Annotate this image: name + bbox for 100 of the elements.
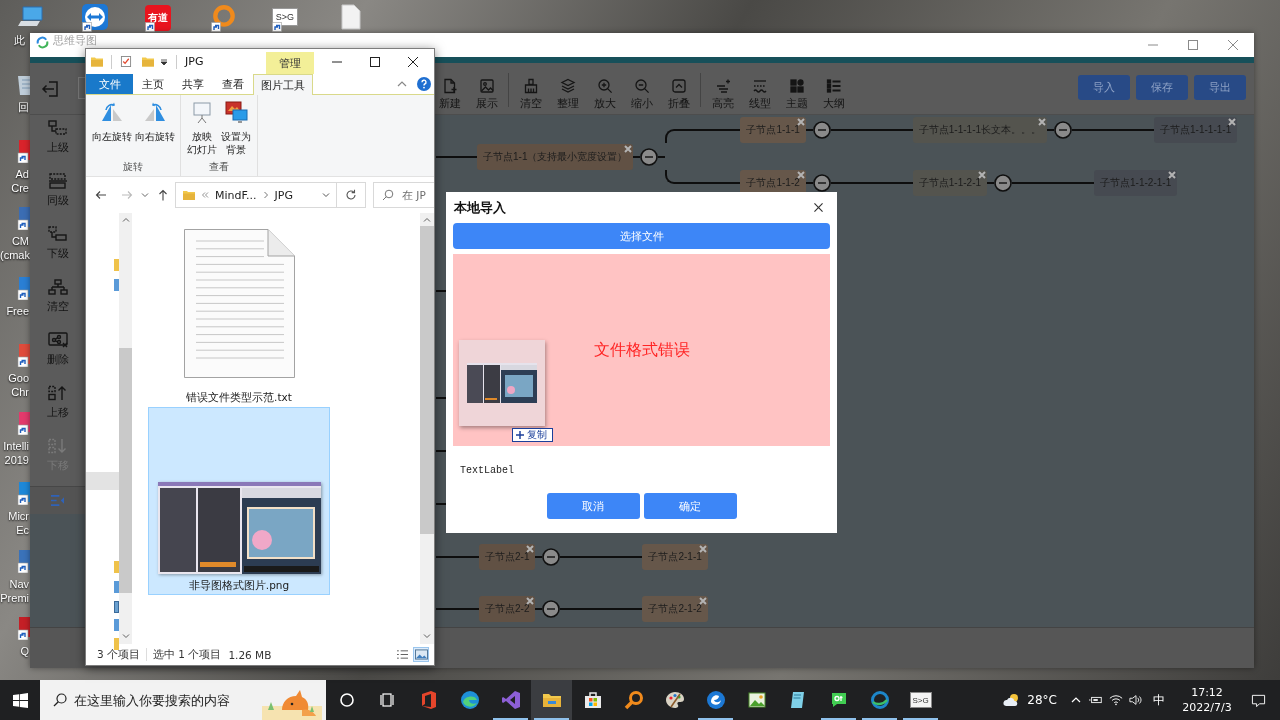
tool-button[interactable]: 大纲 [819, 63, 848, 110]
scrollbar-track[interactable] [420, 213, 434, 644]
document-icon[interactable] [338, 4, 364, 30]
ribbon-tab[interactable]: 查看 [213, 74, 253, 94]
collapse-button[interactable] [994, 174, 1013, 192]
collapse-button[interactable] [812, 174, 831, 192]
wifi-icon[interactable] [1109, 694, 1123, 706]
selection-size: 1.26 MB [228, 648, 272, 661]
shortcut-icon[interactable] [16, 206, 30, 230]
action-button[interactable]: 保存 [1136, 75, 1188, 100]
collapse-button[interactable] [542, 548, 561, 566]
ribbon-button[interactable]: 向左旋转 [90, 95, 133, 143]
file-item[interactable]: 错误文件类型示范.txt [148, 219, 330, 407]
dialog-title: 本地导入 [454, 198, 506, 217]
ribbon-tab[interactable]: 主页 [133, 74, 173, 94]
refresh-icon [345, 189, 357, 201]
dropdown-icon[interactable] [160, 57, 168, 66]
tool-button[interactable]: 整理 [553, 63, 582, 110]
close-icon[interactable] [796, 171, 805, 179]
mind-node[interactable]: 子节点2-1-1 [642, 544, 708, 570]
tool-button[interactable]: 清空 [516, 63, 545, 110]
taskbar-app[interactable]: S>G [900, 680, 941, 720]
rotate-right-icon [142, 101, 167, 123]
exit-icon[interactable] [40, 79, 60, 99]
sidebar-item[interactable]: 上移 [30, 380, 85, 433]
shortcut-icon[interactable] [16, 616, 30, 640]
zoom-in-icon [596, 78, 613, 94]
scrollbar-thumb[interactable] [119, 348, 132, 593]
tool-button[interactable]: 展示 [472, 63, 501, 110]
search-icon [382, 189, 394, 201]
input-method[interactable]: 中 [1153, 691, 1165, 709]
sidebar-item[interactable]: 下级 [30, 221, 85, 274]
ring-icon[interactable] [211, 4, 237, 30]
collapse-button[interactable] [542, 600, 561, 618]
checklist-icon[interactable] [120, 56, 132, 67]
refresh-button[interactable] [337, 182, 366, 208]
ribbon-button[interactable]: 放映 幻灯片 [185, 95, 219, 156]
broom-icon [522, 78, 539, 94]
ribbon-tab[interactable]: 文件 [86, 74, 133, 94]
breadcrumb[interactable]: MindF... [215, 188, 257, 202]
help-icon[interactable] [417, 77, 431, 91]
battery-icon[interactable] [1089, 694, 1103, 706]
ribbon-tab[interactable]: 共享 [173, 74, 213, 94]
sidebar-item[interactable]: 清空 [30, 274, 85, 327]
scrollbar-track[interactable] [119, 213, 132, 644]
thumbnail-view-button[interactable] [413, 647, 429, 662]
ribbon-group-label: 查看 [209, 160, 229, 173]
search-icon [53, 693, 67, 707]
tool-button[interactable]: 放大 [590, 63, 619, 110]
action-button[interactable]: 导入 [1078, 75, 1130, 100]
scrollbar-thumb[interactable] [420, 226, 434, 534]
mind-node[interactable]: 子节点1-1-1 [740, 117, 806, 143]
collapse-button[interactable] [640, 147, 659, 166]
taskbar-app[interactable] [531, 680, 572, 720]
breadcrumb[interactable]: JPG [274, 188, 293, 202]
file-item[interactable]: 非导图格式图片.png [148, 407, 330, 595]
address-bar[interactable]: MindF... JPG [175, 182, 337, 208]
picture-icon [746, 690, 767, 710]
ribbon-button[interactable]: 向右旋转 [133, 95, 176, 143]
search-field[interactable]: 在 JP [373, 182, 434, 208]
close-icon[interactable] [698, 597, 707, 605]
search-field[interactable]: 在这里输入你要搜索的内容 [40, 680, 326, 720]
up-arrow-icon[interactable] [157, 189, 169, 201]
dialog-button[interactable]: 取消 [546, 493, 640, 519]
clock-date[interactable]: 2022/7/3 [1182, 700, 1232, 715]
close-icon[interactable] [814, 203, 823, 212]
ribbon-button[interactable]: 设置为 背景 [219, 95, 253, 156]
tool-button[interactable]: 线型 [745, 63, 774, 110]
details-view-button[interactable] [394, 647, 410, 662]
shortcut-icon[interactable] [16, 276, 30, 300]
shortcut-icon[interactable] [16, 411, 30, 435]
clock-time[interactable]: 17:12 [1191, 685, 1223, 700]
choose-file-button[interactable]: 选择文件 [453, 223, 830, 249]
ribbon-tab[interactable]: 图片工具 [253, 74, 313, 95]
screenshot-drawing [467, 363, 537, 403]
drop-zone[interactable]: 文件格式错误 复制 [453, 254, 830, 446]
mind-node[interactable]: 子节点2-1-2 [642, 596, 708, 622]
plus-icon [516, 431, 524, 439]
tool-button[interactable]: 折叠 [664, 63, 693, 110]
ring-icon [338, 692, 355, 708]
sidebar-item[interactable]: 上级 [30, 115, 85, 168]
tool-button[interactable]: 缩小 [627, 63, 656, 110]
tool-button[interactable]: 新建 [435, 63, 464, 110]
sidebar-item[interactable]: 删除 [30, 327, 85, 380]
desktop-icon-label: Ad Cre [10, 168, 29, 195]
notification-icon[interactable] [1251, 692, 1266, 708]
temperature[interactable]: 28°C [1027, 693, 1057, 707]
app-logo[interactable]: S>G [272, 8, 298, 26]
grid-icon [788, 78, 805, 94]
back-arrow-icon[interactable] [95, 189, 107, 201]
shortcut-icon[interactable] [16, 139, 30, 163]
collapse-button[interactable] [812, 121, 831, 139]
speaker-icon[interactable] [1129, 694, 1143, 706]
shortcut-icon[interactable] [16, 481, 30, 505]
shortcut-icon[interactable] [16, 343, 30, 367]
collapse-button[interactable] [1054, 121, 1073, 139]
folder-icon [183, 190, 195, 200]
shortcut-icon[interactable] [16, 549, 30, 573]
dialog-button[interactable]: 确定 [643, 493, 737, 519]
action-button[interactable]: 导出 [1194, 75, 1246, 100]
